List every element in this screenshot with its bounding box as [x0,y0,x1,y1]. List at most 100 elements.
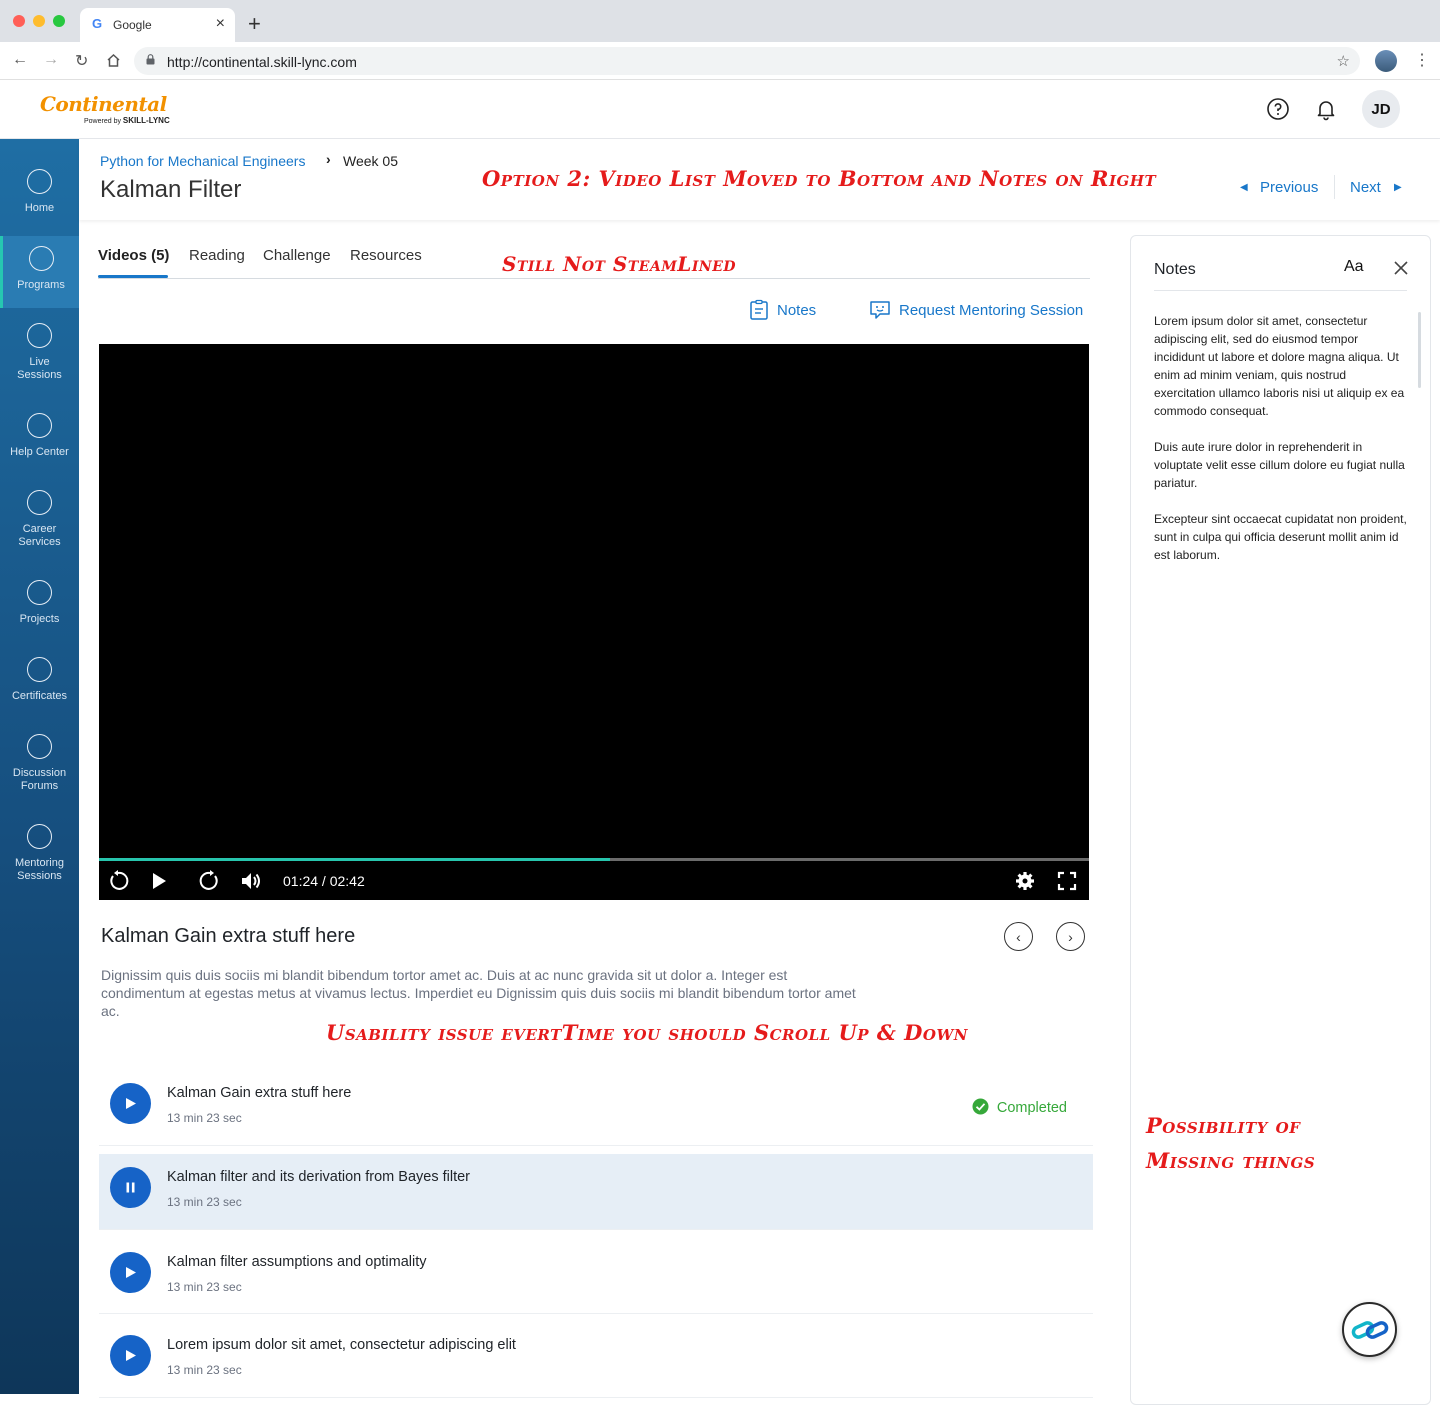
settings-gear-icon[interactable] [1015,871,1035,891]
programs-nav-icon [28,246,54,271]
back-arrow-icon[interactable]: ← [12,51,28,69]
tab-videos[interactable]: Videos (5) [98,247,169,264]
sidebar-item-home[interactable]: Home [0,169,79,215]
video-item-title: Kalman filter assumptions and optimality [167,1254,427,1270]
sidebar-item-label: Help Center [10,446,69,458]
forward-arrow-icon[interactable]: → [43,51,59,69]
sidebar-item-discussion-forums[interactable]: Discussion Forums [0,734,79,793]
completed-status: Completed [972,1098,1067,1116]
mentoring-sessions-nav-icon [27,824,52,849]
sidebar-item-help-center[interactable]: Help Center [0,413,79,459]
bell-icon[interactable] [1314,97,1338,121]
play-video-button[interactable] [110,1083,151,1124]
annotation-missing-things: Missing things [1146,1148,1316,1173]
current-video-title: Kalman Gain extra stuff here [101,925,356,947]
video-item-title: Kalman Gain extra stuff here [167,1085,352,1101]
forward-icon[interactable] [199,870,221,892]
previous-button[interactable]: Previous [1260,179,1318,196]
certificates-nav-icon [27,657,52,682]
previous-video-button[interactable]: ‹ [1004,922,1033,951]
sidebar-item-label: Projects [19,613,60,625]
help-center-nav-icon [27,413,52,438]
close-tab-icon[interactable]: × [216,15,225,33]
notes-content[interactable]: Lorem ipsum dolor sit amet, consectetur … [1154,312,1409,582]
chevron-right-icon: › [1068,928,1073,945]
annotation-usability-issue: Usability issue evertTime you should Scr… [326,1020,968,1045]
sidebar-item-label: Career Services [18,523,61,548]
play-video-button[interactable] [110,1335,151,1376]
font-size-button[interactable]: Aa [1344,258,1364,276]
video-list-item[interactable]: Kalman filter assumptions and optimality… [99,1238,1093,1314]
sidebar-item-label: Live Sessions [17,356,62,381]
next-button[interactable]: Next [1350,179,1381,196]
new-tab-icon[interactable]: + [248,11,261,37]
address-bar[interactable]: http://continental.skill-lync.com ☆ [134,47,1360,75]
logo-text: Continental [40,92,167,116]
minimize-window-button[interactable] [33,15,45,27]
tab-challenge[interactable]: Challenge [263,247,331,264]
tab-reading[interactable]: Reading [189,247,245,264]
pause-icon [126,1182,135,1193]
notes-divider [1154,290,1407,291]
skill-lync-chat-button[interactable] [1342,1302,1397,1357]
pause-video-button[interactable] [110,1167,151,1208]
next-video-button[interactable]: › [1056,922,1085,951]
close-window-button[interactable] [13,15,25,27]
sidebar-item-mentoring-sessions[interactable]: Mentoring Sessions [0,824,79,883]
video-player[interactable]: 01:24 / 02:42 [99,344,1089,900]
link-chain-icon [1351,1320,1388,1339]
notes-button[interactable]: Notes [777,302,816,319]
video-item-title: Kalman filter and its derivation from Ba… [167,1169,471,1185]
request-mentoring-button[interactable]: Request Mentoring Session [899,302,1083,319]
sidebar-item-live-sessions[interactable]: Live Sessions [0,323,79,382]
breadcrumb-course-link[interactable]: Python for Mechanical Engineers [100,153,305,169]
notes-panel: Notes Aa Lorem ipsum dolor sit amet, con… [1130,235,1431,1405]
volume-icon[interactable] [240,870,262,892]
check-circle-icon [972,1098,989,1115]
fullscreen-icon[interactable] [1057,871,1077,891]
video-list-item-current[interactable]: Kalman filter and its derivation from Ba… [99,1154,1093,1230]
sidebar-item-career-services[interactable]: Career Services [0,490,79,549]
continental-logo[interactable]: Continental Powered by SKILL-LYNC [40,92,170,125]
sidebar-item-programs[interactable]: Programs [0,236,79,308]
notes-icon[interactable] [748,299,770,321]
sidebar-item-label: Home [24,202,55,214]
logo-subtitle: Powered by SKILL-LYNC [84,116,170,125]
user-avatar[interactable]: JD [1362,90,1400,128]
notes-scrollbar[interactable] [1418,312,1421,388]
rewind-icon[interactable] [107,870,129,892]
sidebar-item-certificates[interactable]: Certificates [0,657,79,703]
home-icon[interactable] [106,53,121,68]
browser-menu-icon[interactable]: ⋮ [1414,50,1430,70]
sidebar: Home Programs Live Sessions Help Center … [0,139,79,1394]
bookmark-star-icon[interactable]: ☆ [1337,52,1350,70]
window-controls [13,15,65,27]
browser-profile-avatar[interactable] [1375,50,1397,72]
browser-tab[interactable]: G Google × [80,8,235,42]
video-progress-bar[interactable] [99,858,1089,861]
video-list-item[interactable]: Kalman Gain extra stuff here 13 min 23 s… [99,1070,1093,1146]
sidebar-item-label: Certificates [11,690,68,702]
tab-resources[interactable]: Resources [350,247,422,264]
play-icon [126,1098,136,1109]
discussion-forums-nav-icon [27,734,52,759]
sidebar-item-projects[interactable]: Projects [0,580,79,626]
video-item-duration: 13 min 23 sec [167,1363,242,1377]
help-icon[interactable] [1266,97,1290,121]
video-list-item[interactable]: Lorem ipsum dolor sit amet, consectetur … [99,1322,1093,1398]
breadcrumb-current: Week 05 [343,153,398,169]
annotation-possibility: Possibility of [1146,1113,1301,1138]
annotation-option-2: Option 2: Video List Moved to Bottom and… [482,166,1157,191]
play-icon[interactable] [150,872,168,890]
video-progress-fill [99,858,610,861]
app-header: Continental Powered by SKILL-LYNC [0,80,1440,139]
mentoring-chat-icon[interactable] [869,299,891,321]
play-video-button[interactable] [110,1252,151,1293]
reload-icon[interactable]: ↻ [75,51,88,71]
chevron-left-icon: ‹ [1016,928,1021,945]
live-sessions-nav-icon [27,323,52,348]
video-item-title: Lorem ipsum dolor sit amet, consectetur … [167,1337,516,1353]
completed-label: Completed [996,1100,1067,1116]
maximize-window-button[interactable] [53,15,65,27]
close-icon[interactable] [1393,260,1409,276]
